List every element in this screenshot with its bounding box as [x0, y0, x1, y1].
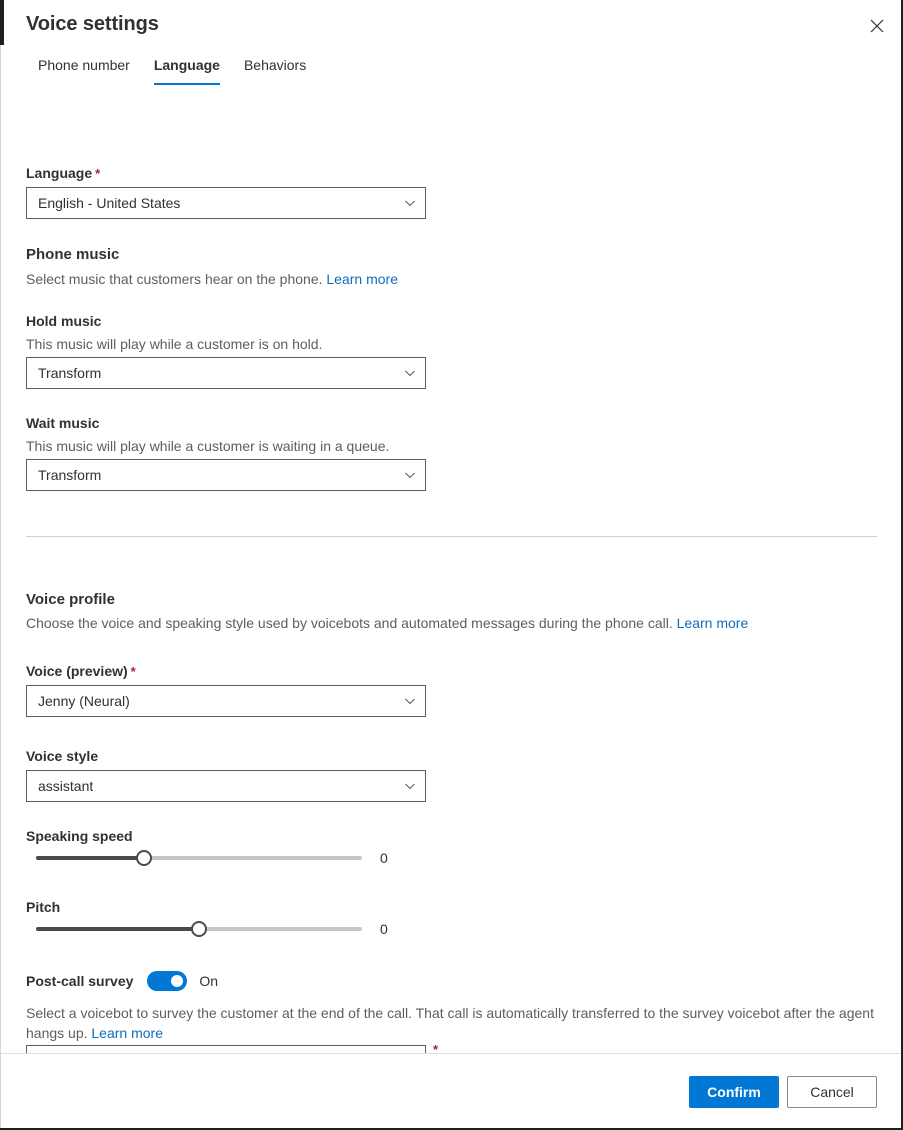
hold-music-label: Hold music [26, 313, 102, 329]
phone-music-heading: Phone music [26, 246, 120, 263]
phone-music-description: Select music that customers hear on the … [26, 269, 846, 289]
language-label: Language [26, 165, 93, 181]
section-divider [26, 536, 877, 537]
chevron-down-icon [404, 197, 416, 209]
pitch-slider[interactable] [36, 917, 362, 941]
voice-preview-label: Voice (preview) [26, 663, 128, 679]
hold-music-dropdown[interactable]: Transform [26, 357, 426, 389]
voice-preview-field-label: Voice (preview) * [26, 661, 136, 681]
voice-settings-dialog: Voice settings Phone number Language Beh… [0, 0, 903, 1130]
language-dropdown[interactable]: English - United States [26, 187, 426, 219]
chevron-down-icon [404, 780, 416, 792]
speaking-speed-slider[interactable] [36, 846, 362, 870]
wait-music-description: This music will play while a customer is… [26, 438, 390, 454]
voice-style-label: Voice style [26, 748, 99, 764]
survey-voicebot-dropdown[interactable]: FRE Omnichannel Omnichannel PVA Applicat… [26, 1045, 426, 1053]
cancel-button[interactable]: Cancel [787, 1076, 877, 1108]
language-required-asterisk: * [95, 166, 101, 181]
slider-thumb[interactable] [135, 850, 152, 866]
dialog-header: Voice settings [0, 0, 903, 52]
voice-preview-required-asterisk: * [130, 664, 136, 679]
confirm-button[interactable]: Confirm [689, 1076, 779, 1108]
dialog-body: Language * English - United States Phone … [0, 90, 903, 1053]
survey-voicebot-dropdown-value: FRE Omnichannel Omnichannel PVA Applicat… [38, 1046, 340, 1053]
language-dropdown-value: English - United States [38, 195, 181, 211]
post-call-survey-toggle[interactable] [147, 971, 188, 991]
voice-style-dropdown-value: assistant [38, 778, 94, 794]
slider-thumb[interactable] [191, 921, 207, 937]
voice-style-dropdown[interactable]: assistant [26, 770, 426, 802]
voice-profile-description-text: Choose the voice and speaking style used… [26, 615, 673, 631]
tab-phone-number[interactable]: Phone number [26, 52, 142, 85]
close-button[interactable] [859, 8, 895, 44]
survey-voicebot-required-asterisk: * [433, 1042, 439, 1053]
slider-track-fill [36, 927, 199, 931]
page-title: Voice settings [26, 13, 159, 35]
voice-profile-heading: Voice profile [26, 591, 115, 608]
hold-music-dropdown-value: Transform [38, 365, 102, 381]
voice-preview-dropdown[interactable]: Jenny (Neural) [26, 685, 426, 717]
post-call-survey-label: Post-call survey [26, 973, 134, 989]
pitch-label: Pitch [26, 899, 61, 915]
wait-music-label: Wait music [26, 415, 100, 431]
wait-music-dropdown[interactable]: Transform [26, 459, 426, 491]
speaking-speed-value: 0 [380, 850, 388, 866]
tab-behaviors[interactable]: Behaviors [232, 52, 318, 85]
post-call-survey-learn-more-link[interactable]: Learn more [91, 1025, 163, 1041]
chevron-down-icon [404, 469, 416, 481]
chevron-down-icon [404, 695, 416, 707]
voice-preview-dropdown-value: Jenny (Neural) [38, 693, 130, 709]
language-field-label: Language * [26, 163, 100, 183]
pitch-value: 0 [380, 921, 388, 937]
dialog-footer: Confirm Cancel [0, 1053, 903, 1130]
post-call-survey-description: Select a voicebot to survey the customer… [26, 1003, 875, 1043]
post-call-survey-toggle-state: On [199, 973, 219, 989]
voice-profile-description: Choose the voice and speaking style used… [26, 613, 856, 633]
post-call-survey-row: Post-call survey On [26, 971, 218, 991]
speaking-speed-slider-row: 0 [26, 846, 392, 870]
hold-music-description: This music will play while a customer is… [26, 336, 323, 352]
voice-profile-learn-more-link[interactable]: Learn more [677, 615, 749, 631]
speaking-speed-label: Speaking speed [26, 828, 133, 844]
tab-language[interactable]: Language [142, 52, 232, 85]
wait-music-dropdown-value: Transform [38, 467, 102, 483]
toggle-knob [171, 975, 184, 987]
slider-track-fill [36, 856, 144, 860]
tab-list: Phone number Language Behaviors [0, 52, 903, 90]
chevron-down-icon [404, 367, 416, 379]
phone-music-learn-more-link[interactable]: Learn more [326, 271, 398, 287]
close-icon [870, 19, 884, 33]
pitch-slider-row: 0 [26, 917, 392, 941]
phone-music-description-text: Select music that customers hear on the … [26, 271, 323, 287]
